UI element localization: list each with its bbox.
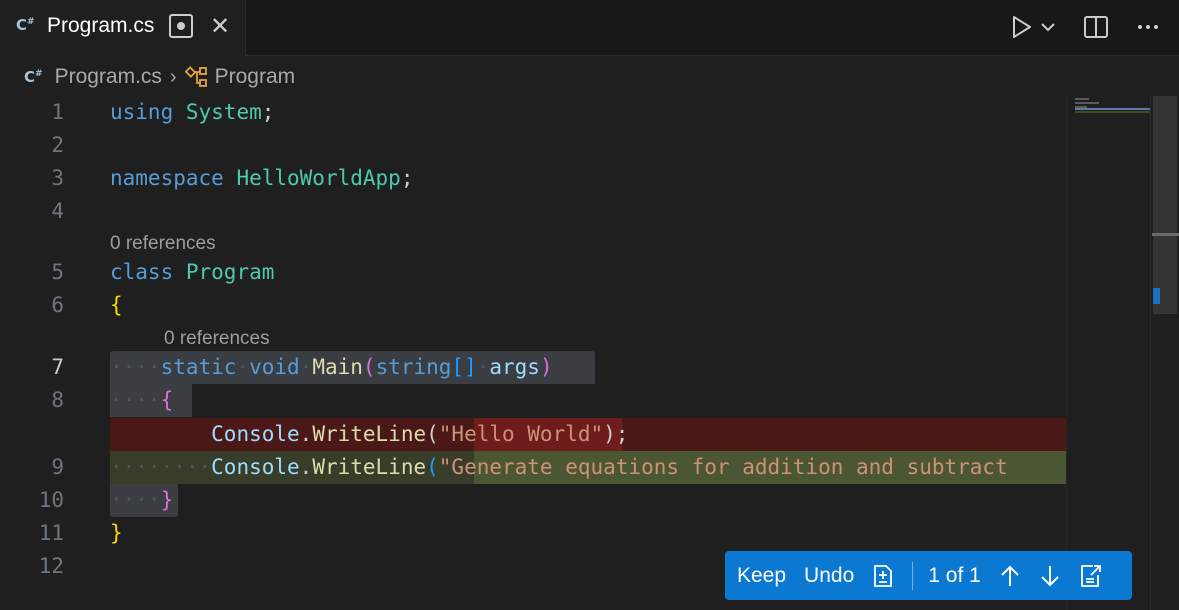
undo-button[interactable]: Undo	[804, 564, 854, 588]
tab-label: Program.cs	[47, 14, 155, 37]
vertical-scrollbar[interactable]	[1150, 96, 1179, 610]
scrollbar-cursor-marker	[1152, 233, 1179, 236]
csharp-file-icon: C#	[16, 16, 35, 34]
previous-change-button[interactable]	[999, 564, 1021, 588]
toggle-diff-button[interactable]	[872, 564, 894, 588]
ellipsis-icon	[1138, 25, 1158, 29]
codelens-references[interactable]: 0 references	[110, 230, 216, 258]
editor-actions	[995, 10, 1159, 44]
code-line: {	[110, 293, 123, 317]
change-counter: 1 of 1	[928, 563, 981, 587]
csharp-file-icon: C#	[24, 68, 43, 86]
breadcrumb-symbol[interactable]: Program	[215, 65, 296, 89]
run-button[interactable]	[1011, 15, 1033, 39]
line-number: 4	[51, 199, 64, 223]
chat-edit-toolbar: Keep Undo 1 of 1	[725, 551, 1132, 600]
line-number: 8	[51, 388, 64, 412]
minimap-added	[1075, 111, 1151, 113]
more-actions-button[interactable]	[1137, 24, 1159, 30]
tab-bar: C# Program.cs ✕	[0, 0, 1179, 56]
line-number: 2	[51, 133, 64, 157]
code-line: }	[110, 521, 123, 545]
split-editor-button[interactable]	[1083, 15, 1109, 39]
code-line: ····static·void·Main(string[]·args)	[110, 355, 553, 379]
minimap-selection	[1075, 108, 1151, 110]
added-code-line: ········Console.WriteLine("Generate equa…	[110, 455, 1008, 479]
line-number: 12	[38, 554, 64, 578]
minimap-line	[1075, 102, 1099, 104]
code-line: class Program	[110, 260, 275, 284]
chevron-right-icon: ›	[169, 65, 177, 88]
code-line: using System;	[110, 100, 275, 124]
tab-program-cs[interactable]: C# Program.cs ✕	[0, 0, 246, 56]
diff-icon	[874, 564, 893, 587]
arrow-up-icon	[1001, 565, 1019, 586]
code-line: ····}	[110, 488, 174, 512]
next-change-button[interactable]	[1039, 564, 1061, 588]
play-icon	[1013, 16, 1031, 38]
removed-code-line: Console.WriteLine("Hello World");	[211, 422, 629, 446]
scrollbar-change-marker	[1153, 288, 1160, 304]
open-diff-icon	[1080, 564, 1101, 587]
code-line: namespace HelloWorldApp;	[110, 166, 414, 190]
code-line: ····{	[110, 388, 174, 412]
breadcrumb-file[interactable]: Program.cs	[55, 65, 162, 89]
line-number: 9	[51, 455, 64, 479]
chevron-down-icon	[1041, 23, 1055, 32]
keep-button[interactable]: Keep	[737, 564, 786, 588]
class-symbol-icon	[184, 66, 209, 88]
line-number: 11	[38, 521, 64, 545]
line-number: 10	[38, 488, 64, 512]
line-number: 6	[51, 293, 64, 317]
close-icon[interactable]: ✕	[208, 12, 232, 40]
breadcrumb: C# Program.cs › Program	[24, 62, 295, 92]
line-number: 5	[51, 260, 64, 284]
minimap[interactable]	[1066, 96, 1151, 610]
minimap-line	[1075, 98, 1089, 100]
toolbar-divider	[912, 561, 914, 590]
split-editor-icon	[1084, 16, 1108, 38]
scrollbar-slider[interactable]	[1153, 96, 1177, 314]
unsaved-indicator-icon[interactable]	[169, 14, 193, 38]
line-number: 7	[51, 355, 64, 379]
arrow-down-icon	[1041, 565, 1059, 586]
codelens-references[interactable]: 0 references	[164, 325, 270, 353]
line-number: 1	[51, 100, 64, 124]
run-dropdown-button[interactable]	[1041, 22, 1055, 32]
open-diff-editor-button[interactable]	[1079, 563, 1103, 589]
line-number: 3	[51, 166, 64, 190]
code-editor[interactable]: 1 2 3 4 5 6 7 8 9 10 11 12 using System;…	[0, 96, 1066, 610]
